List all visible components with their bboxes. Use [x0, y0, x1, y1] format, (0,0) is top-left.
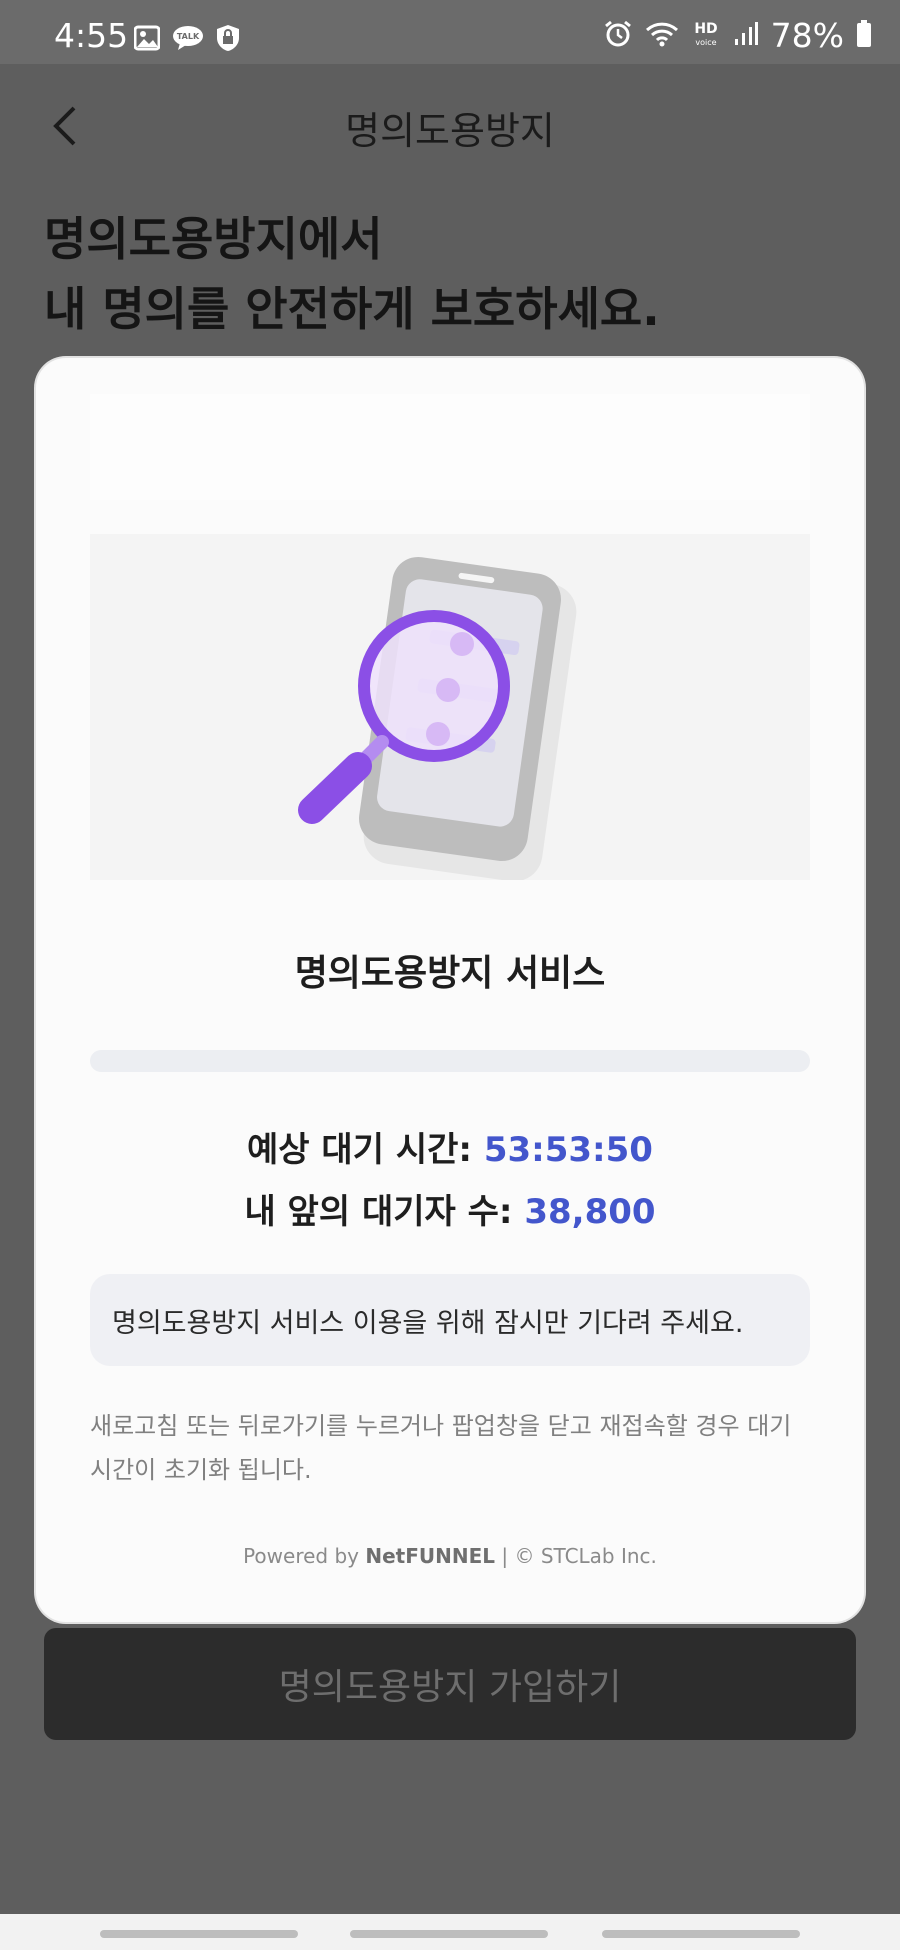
page-title: 명의도용방지 — [345, 109, 555, 153]
notice-box: 명의도용방지 서비스 이용을 위해 잠시만 기다려 주세요. — [90, 1274, 810, 1366]
wait-time-value: 53:53:50 — [483, 1130, 653, 1170]
vpn-shield-icon — [216, 24, 240, 56]
nav-recents-button[interactable] — [100, 1930, 298, 1938]
status-bar: 4:55 TALK HD voice 78% — [0, 0, 900, 64]
svg-text:TALK: TALK — [177, 32, 200, 41]
gallery-icon — [133, 25, 161, 55]
alarm-icon — [603, 19, 633, 53]
headline-line-2: 내 명의를 안전하게 보호하세요. — [44, 282, 660, 336]
nav-back-button[interactable] — [602, 1930, 800, 1938]
system-nav-bar — [0, 1914, 900, 1950]
page-headline: 명의도용방지에서 내 명의를 안전하게 보호하세요. — [44, 204, 660, 344]
service-title: 명의도용방지 서비스 — [294, 953, 606, 994]
wait-time-line: 예상 대기 시간: 53:53:50 — [36, 1122, 864, 1171]
modal-banner-area — [90, 394, 810, 500]
signal-icon — [733, 21, 759, 51]
wifi-icon — [645, 20, 679, 52]
warning-line-2: 시간이 초기화 됩니다. — [90, 1456, 312, 1484]
reset-warning: 새로고침 또는 뒤로가기를 누르거나 팝업창을 닫고 재접속할 경우 대기 시간… — [90, 1404, 810, 1492]
magnifier-over-phone-illustration — [90, 534, 810, 882]
queue-count-value: 38,800 — [524, 1192, 656, 1232]
powered-brand: NetFUNNEL — [365, 1544, 496, 1568]
app-header: 명의도용방지 — [0, 64, 900, 184]
warning-line-1: 새로고침 또는 뒤로가기를 누르거나 팝업창을 닫고 재접속할 경우 대기 — [90, 1412, 792, 1440]
queue-modal: 명의도용방지 서비스 예상 대기 시간: 53:53:50 내 앞의 대기자 수… — [36, 358, 864, 1622]
kakaotalk-icon: TALK — [172, 25, 204, 55]
svg-text:voice: voice — [695, 38, 716, 47]
signup-button[interactable]: 명의도용방지 가입하기 — [44, 1628, 856, 1740]
wait-time-label: 예상 대기 시간: — [247, 1130, 484, 1170]
queue-count-line: 내 앞의 대기자 수: 38,800 — [36, 1184, 864, 1233]
powered-prefix: Powered by — [243, 1544, 366, 1568]
powered-suffix: | © STCLab Inc. — [495, 1544, 657, 1568]
status-time: 4:55 — [54, 16, 129, 55]
nav-home-button[interactable] — [350, 1930, 548, 1938]
notice-text: 명의도용방지 서비스 이용을 위해 잠시만 기다려 주세요. — [112, 1307, 744, 1339]
battery-icon — [856, 19, 872, 52]
queue-progress-bar — [90, 1050, 810, 1072]
battery-percent: 78% — [770, 16, 844, 55]
headline-line-1: 명의도용방지에서 — [44, 212, 383, 266]
svg-text:HD: HD — [694, 21, 717, 37]
hd-voice-icon: HD voice — [691, 20, 721, 52]
powered-by-footer: Powered by NetFUNNEL | © STCLab Inc. — [36, 1544, 864, 1568]
queue-count-label: 내 앞의 대기자 수: — [244, 1192, 525, 1232]
